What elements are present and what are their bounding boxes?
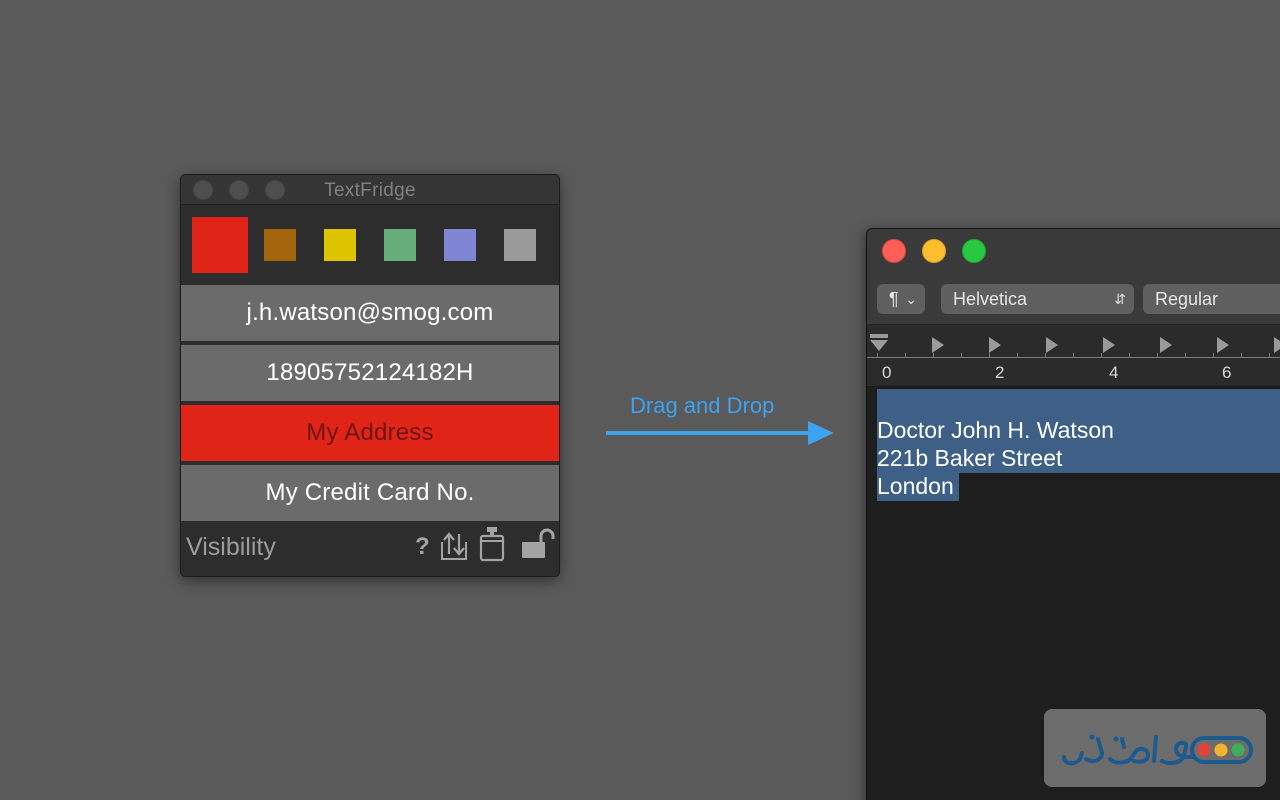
ruler-tick bbox=[1101, 353, 1102, 358]
snippet-item-credit-card[interactable]: My Credit Card No. bbox=[181, 465, 559, 521]
ruler-tick bbox=[1017, 353, 1018, 358]
swatch-brown[interactable] bbox=[264, 229, 296, 261]
drag-and-drop-label: Drag and Drop bbox=[630, 393, 775, 418]
zoom-button[interactable] bbox=[962, 239, 986, 263]
ruler-tick bbox=[1045, 353, 1046, 358]
ruler-tick bbox=[1213, 353, 1214, 358]
tab-stop-icon[interactable] bbox=[1274, 337, 1280, 353]
ruler-tick bbox=[1269, 353, 1270, 358]
tab-stop-icon[interactable] bbox=[1160, 337, 1172, 353]
tab-stop-icon[interactable] bbox=[1103, 337, 1115, 353]
arrow-right-icon bbox=[606, 421, 834, 445]
close-button[interactable] bbox=[882, 239, 906, 263]
snippet-item-address[interactable]: My Address bbox=[181, 405, 559, 461]
document-line[interactable]: Doctor John H. Watson bbox=[877, 417, 1114, 444]
color-swatch-bar bbox=[181, 205, 559, 285]
swatch-blue[interactable] bbox=[444, 229, 476, 261]
import-export-icon[interactable] bbox=[439, 530, 469, 567]
snippet-item-id[interactable]: 18905752124182H bbox=[181, 345, 559, 401]
ruler-tick bbox=[877, 353, 878, 358]
snippet-item-email[interactable]: j.h.watson@smog.com bbox=[181, 285, 559, 341]
ruler[interactable]: 0 2 4 6 bbox=[867, 325, 1280, 387]
snippet-list: j.h.watson@smog.com 18905752124182H My A… bbox=[181, 285, 559, 521]
swatch-gray[interactable] bbox=[504, 229, 536, 261]
visibility-label[interactable]: Visibility bbox=[186, 533, 276, 562]
ruler-tick bbox=[1129, 353, 1130, 358]
tab-stop-icon[interactable] bbox=[1046, 337, 1058, 353]
chevron-down-icon: ⌄ bbox=[905, 291, 917, 307]
swatch-green[interactable] bbox=[384, 229, 416, 261]
textfridge-titlebar[interactable]: TextFridge bbox=[181, 175, 559, 205]
textfridge-window: TextFridge j.h.watson@smog.com 189057521… bbox=[180, 174, 560, 577]
font-style-value: Regular bbox=[1155, 289, 1219, 309]
swatch-red[interactable] bbox=[192, 217, 248, 273]
ruler-number: 2 bbox=[995, 363, 1005, 382]
ruler-tick bbox=[1157, 353, 1158, 358]
tab-stop-icon[interactable] bbox=[989, 337, 1001, 353]
ruler-tick bbox=[1073, 353, 1074, 358]
brand-logo-icon bbox=[1062, 734, 1253, 766]
help-icon[interactable]: ? bbox=[415, 533, 430, 561]
ruler-tick bbox=[905, 353, 906, 358]
font-family-value: Helvetica bbox=[953, 289, 1028, 309]
document-line[interactable]: 221b Baker Street bbox=[877, 445, 1062, 472]
ruler-tick bbox=[1185, 353, 1186, 358]
ruler-number: 4 bbox=[1109, 363, 1119, 382]
watermark-badge bbox=[1044, 709, 1266, 787]
font-style-popup[interactable]: Regular bbox=[1143, 284, 1280, 314]
font-family-popup[interactable]: Helvetica ⇵ bbox=[941, 284, 1134, 314]
ruler-tick bbox=[1241, 353, 1242, 358]
indent-marker-icon[interactable] bbox=[869, 333, 889, 353]
tab-stop-icon[interactable] bbox=[932, 337, 944, 353]
swatch-yellow[interactable] bbox=[324, 229, 356, 261]
ruler-tick bbox=[989, 353, 990, 358]
minimize-button[interactable] bbox=[922, 239, 946, 263]
tab-stop-icon[interactable] bbox=[1217, 337, 1229, 353]
paragraph-icon: ¶ bbox=[889, 289, 899, 309]
document-line[interactable]: London bbox=[877, 473, 954, 500]
ruler-tick bbox=[933, 353, 934, 358]
textedit-toolbar: ¶ ⌄ Helvetica ⇵ Regular bbox=[867, 229, 1280, 325]
ruler-number: 0 bbox=[882, 363, 892, 382]
unlock-icon[interactable] bbox=[521, 527, 555, 566]
ruler-tick bbox=[961, 353, 962, 358]
clipboard-icon[interactable] bbox=[479, 526, 505, 567]
window-title: TextFridge bbox=[324, 180, 416, 201]
paragraph-style-popup[interactable]: ¶ ⌄ bbox=[877, 284, 925, 314]
updown-chevron-icon: ⇵ bbox=[1114, 291, 1126, 307]
footer-bar: Visibility ? bbox=[181, 521, 559, 576]
ruler-number: 6 bbox=[1222, 363, 1232, 382]
